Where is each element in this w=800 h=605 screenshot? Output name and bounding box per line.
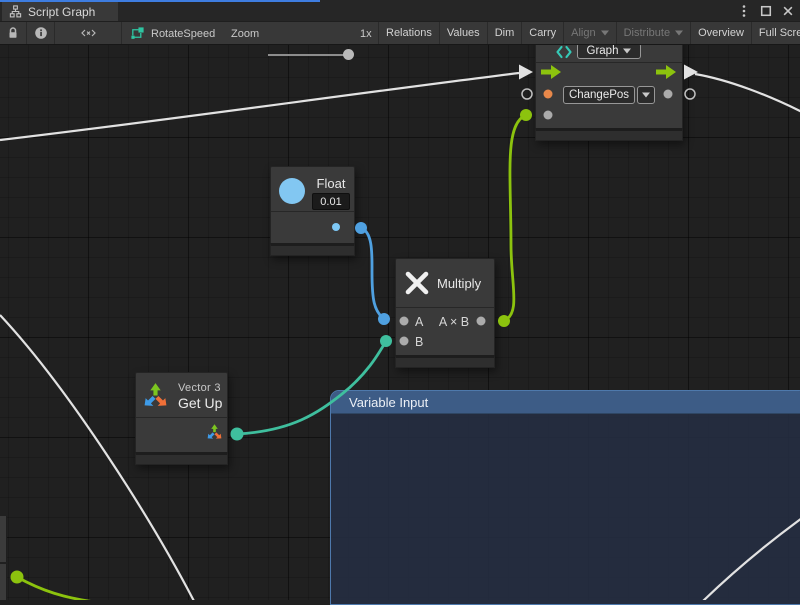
script-graph-icon: [130, 26, 145, 41]
variable-name-picker-button[interactable]: [637, 86, 655, 104]
tab-title: Script Graph: [28, 5, 95, 19]
vector3-output-port[interactable]: [206, 423, 223, 440]
set-variable-kind-icon: [556, 44, 572, 60]
zoom-slider-handle[interactable]: [343, 49, 354, 60]
fullscreen-button[interactable]: Full Screen: [751, 22, 800, 44]
node-vector3-type: Vector 3: [178, 382, 221, 394]
float-value-input[interactable]: 0.01: [312, 193, 350, 210]
node-float-title: Float: [311, 176, 351, 191]
node-footer: [395, 355, 495, 368]
node-float[interactable]: Float 0.01: [270, 166, 355, 256]
node-vector3-get-up[interactable]: Vector 3 Get Up: [135, 372, 228, 465]
node-multiply[interactable]: Multiply A A × B B: [395, 258, 495, 368]
node-footer: [535, 128, 683, 141]
close-icon[interactable]: [780, 3, 796, 19]
offscreen-node-partial[interactable]: [0, 564, 7, 600]
port-label-a: A: [415, 315, 423, 329]
angle-brackets-x-icon: [80, 26, 97, 40]
node-footer: [270, 243, 355, 256]
variable-kind-dropdown[interactable]: Graph: [577, 43, 641, 59]
lock-button[interactable]: [0, 22, 27, 44]
node-vector3-title: Get Up: [178, 395, 222, 411]
window-menu-icon[interactable]: [736, 3, 752, 19]
tab-script-graph[interactable]: Script Graph: [2, 2, 118, 21]
node-multiply-title: Multiply: [437, 276, 481, 291]
vector3-icon: [142, 381, 169, 408]
chevron-down-icon: [675, 30, 683, 36]
zoom-slider[interactable]: [268, 54, 352, 56]
dim-button[interactable]: Dim: [487, 22, 522, 44]
overview-button[interactable]: Overview: [690, 22, 751, 44]
group-header[interactable]: Variable Input: [331, 391, 800, 414]
float-icon: [279, 178, 305, 204]
values-button[interactable]: Values: [439, 22, 487, 44]
align-dropdown[interactable]: Align: [563, 22, 615, 44]
zoom-label: Zoom: [231, 28, 259, 40]
port-label-out: A × B: [434, 315, 474, 329]
variable-name-field[interactable]: ChangePos: [563, 86, 635, 104]
graph-reference[interactable]: RotateSpeed: [151, 28, 215, 40]
lock-icon: [6, 26, 20, 40]
graph-toolbar: RotateSpeed Zoom 1x Relations Values Dim…: [0, 21, 800, 45]
chevron-down-icon: [601, 30, 609, 36]
variable-name-value: ChangePos: [569, 89, 629, 101]
node-set-variable[interactable]: Graph ChangePos: [535, 32, 683, 141]
multiply-icon: [404, 270, 430, 296]
chevron-down-icon: [623, 48, 631, 54]
title-bar: Script Graph: [0, 0, 800, 21]
group-title: Variable Input: [349, 395, 428, 410]
inspect-button[interactable]: [27, 22, 55, 44]
carry-button[interactable]: Carry: [521, 22, 563, 44]
info-icon: [34, 26, 48, 40]
script-graph-tab-icon: [9, 5, 22, 18]
node-footer: [135, 452, 228, 465]
offscreen-node-partial[interactable]: [0, 516, 7, 562]
maximize-icon[interactable]: [758, 3, 774, 19]
group-variable-input[interactable]: Variable Input: [330, 390, 800, 605]
float-value: 0.01: [320, 196, 341, 208]
distribute-dropdown[interactable]: Distribute: [616, 22, 690, 44]
code-preview-button[interactable]: [55, 22, 122, 44]
port-label-b: B: [415, 335, 423, 349]
variable-kind-value: Graph: [587, 45, 619, 57]
relations-button[interactable]: Relations: [378, 22, 439, 44]
chevron-down-icon: [642, 92, 650, 98]
zoom-level: 1x: [360, 28, 372, 40]
